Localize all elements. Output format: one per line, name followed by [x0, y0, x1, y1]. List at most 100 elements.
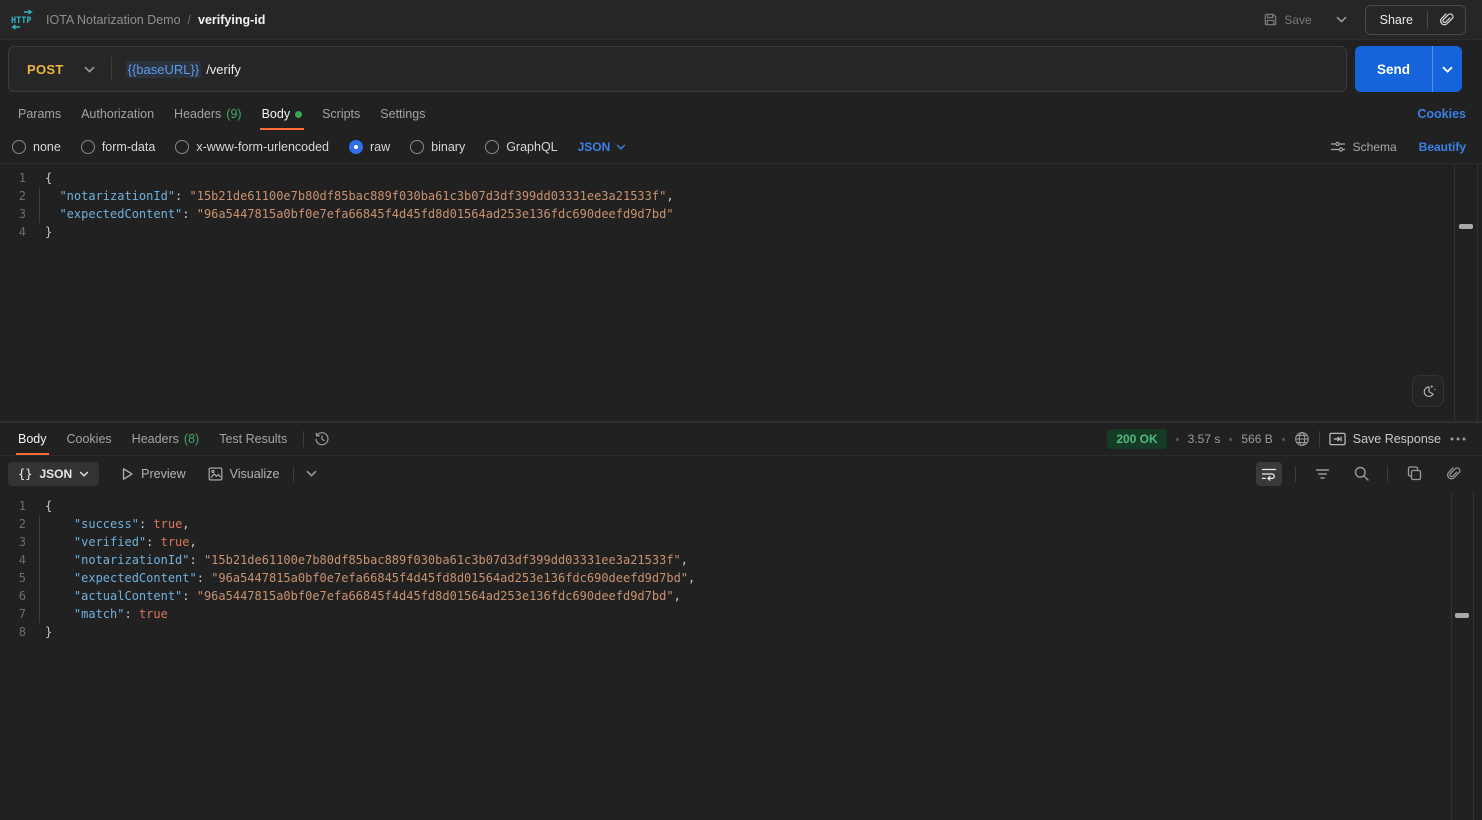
wrap-text-button[interactable] — [1256, 462, 1282, 486]
request-tabs: Params Authorization Headers (9) Body Sc… — [0, 98, 1482, 130]
url-variable-chip: {{baseURL}} — [126, 61, 202, 78]
history-clock-icon — [314, 431, 330, 447]
method-selector[interactable]: POST — [9, 62, 111, 77]
radio-icon — [81, 140, 95, 154]
network-info-button[interactable] — [1294, 431, 1310, 447]
send-options-button[interactable] — [1432, 46, 1462, 92]
format-more-button[interactable] — [306, 470, 317, 477]
code-line: 4 "notarizationId": "15b21de61100e7b80df… — [0, 551, 1482, 569]
filter-lines-icon — [1315, 468, 1330, 480]
breadcrumb-request-name[interactable]: verifying-id — [198, 13, 265, 27]
tab-settings[interactable]: Settings — [370, 98, 435, 130]
search-icon — [1354, 466, 1369, 481]
line-number: 4 — [0, 551, 36, 569]
response-tab-test-results[interactable]: Test Results — [209, 423, 297, 455]
line-number: 1 — [0, 169, 36, 187]
request-scrollbar-thumb[interactable] — [1459, 224, 1473, 229]
language-selector[interactable]: JSON — [578, 140, 627, 154]
app-window: HTTP IOTA Notarization Demo / verifying-… — [0, 0, 1482, 820]
tab-headers[interactable]: Headers (9) — [164, 98, 252, 130]
line-number: 4 — [0, 223, 36, 241]
divider — [1319, 431, 1320, 447]
response-size[interactable]: 566 B — [1241, 432, 1272, 446]
code-text: } — [36, 623, 52, 641]
divider — [293, 466, 294, 482]
request-code: 1{2 "notarizationId": "15b21de61100e7b80… — [0, 169, 1482, 241]
line-number: 6 — [0, 587, 36, 605]
radio-graphql[interactable]: GraphQL — [485, 140, 557, 154]
response-history-button[interactable] — [314, 431, 330, 447]
postbot-sparkle-icon — [1420, 383, 1437, 400]
url-divider — [111, 57, 112, 81]
beautify-button[interactable]: Beautify — [1419, 140, 1466, 154]
tab-authorization[interactable]: Authorization — [71, 98, 164, 130]
chevron-down-icon — [79, 471, 89, 477]
response-scrollbar-thumb[interactable] — [1455, 613, 1469, 618]
line-number: 8 — [0, 623, 36, 641]
response-format-selector[interactable]: {} JSON — [8, 462, 99, 486]
code-line: 6 "actualContent": "96a5447815a0bf0e7efa… — [0, 587, 1482, 605]
svg-text:HTTP: HTTP — [11, 16, 31, 26]
tab-params[interactable]: Params — [8, 98, 71, 130]
copy-button[interactable] — [1401, 462, 1427, 486]
line-number: 5 — [0, 569, 36, 587]
save-options-button[interactable] — [1328, 12, 1355, 27]
ellipsis-icon — [1450, 437, 1466, 441]
status-badge[interactable]: 200 OK — [1107, 429, 1166, 449]
url-box: POST {{baseURL}} /verify — [8, 46, 1347, 92]
breadcrumb-separator: / — [188, 13, 191, 27]
radio-raw[interactable]: raw — [349, 140, 390, 154]
response-tab-cookies[interactable]: Cookies — [57, 423, 122, 455]
url-input[interactable]: {{baseURL}} /verify — [126, 61, 241, 78]
code-line: 8} — [0, 623, 1482, 641]
radio-x-www-form-urlencoded[interactable]: x-www-form-urlencoded — [175, 140, 329, 154]
code-line: 2 "notarizationId": "15b21de61100e7b80df… — [0, 187, 1482, 205]
response-time[interactable]: 3.57 s — [1188, 432, 1221, 446]
more-options-button[interactable] — [1450, 437, 1466, 441]
code-line: 3 "verified": true, — [0, 533, 1482, 551]
divider — [303, 431, 304, 447]
radio-none[interactable]: none — [12, 140, 61, 154]
chevron-down-icon — [1336, 16, 1347, 23]
code-text: "notarizationId": "15b21de61100e7b80df85… — [36, 551, 688, 569]
response-tab-body[interactable]: Body — [8, 423, 57, 455]
code-text: "match": true — [36, 605, 168, 623]
postbot-button[interactable] — [1412, 375, 1444, 407]
topbar: HTTP IOTA Notarization Demo / verifying-… — [0, 0, 1482, 40]
copy-link-button[interactable] — [1428, 6, 1465, 34]
save-response-button[interactable]: Save Response — [1329, 432, 1441, 446]
schema-button[interactable]: Schema — [1330, 140, 1397, 154]
request-body-editor[interactable]: 1{2 "notarizationId": "15b21de61100e7b80… — [0, 164, 1482, 422]
code-text: "verified": true, — [36, 533, 197, 551]
code-text: } — [36, 223, 52, 241]
copy-icon — [1407, 466, 1422, 481]
line-number: 3 — [0, 205, 36, 223]
url-path: /verify — [206, 62, 241, 77]
send-button[interactable]: Send — [1355, 46, 1432, 92]
search-button[interactable] — [1348, 462, 1374, 486]
cookies-link[interactable]: Cookies — [1417, 107, 1466, 121]
copy-link-button[interactable] — [1440, 462, 1466, 486]
tab-scripts[interactable]: Scripts — [312, 98, 370, 130]
editor-rail-divider — [1454, 164, 1455, 421]
sliders-icon — [1330, 140, 1346, 154]
radio-binary[interactable]: binary — [410, 140, 465, 154]
preview-button[interactable]: Preview — [121, 467, 185, 481]
radio-form-data[interactable]: form-data — [81, 140, 156, 154]
response-body-editor[interactable]: 1{2 "success": true,3 "verified": true,4… — [0, 491, 1482, 820]
dot-separator — [1282, 438, 1285, 441]
tab-body[interactable]: Body — [252, 98, 313, 130]
breadcrumb-workspace[interactable]: IOTA Notarization Demo — [46, 13, 181, 27]
headers-count: (9) — [226, 107, 241, 121]
filter-button[interactable] — [1309, 462, 1335, 486]
radio-selected-icon — [349, 140, 363, 154]
send-split-button: Send — [1355, 46, 1462, 92]
image-icon — [208, 467, 223, 481]
save-button[interactable]: Save — [1257, 7, 1317, 32]
share-button[interactable]: Share — [1366, 6, 1427, 34]
response-header: Body Cookies Headers (8) Test Results 20… — [0, 422, 1482, 456]
visualize-button[interactable]: Visualize — [208, 467, 280, 481]
divider — [1295, 466, 1296, 482]
response-tab-headers[interactable]: Headers (8) — [122, 423, 210, 455]
line-number: 2 — [0, 187, 36, 205]
